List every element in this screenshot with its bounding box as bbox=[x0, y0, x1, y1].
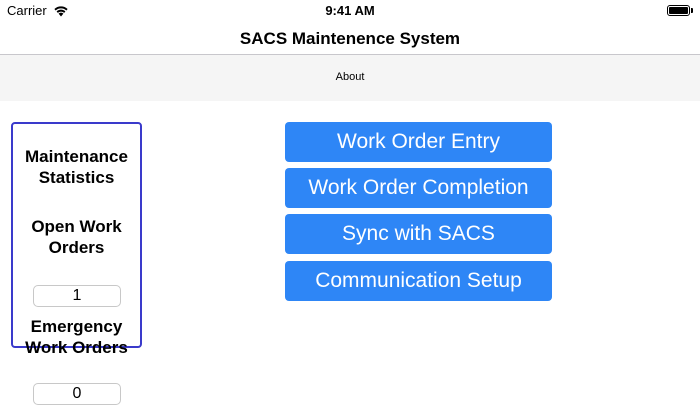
clock: 9:41 AM bbox=[325, 3, 375, 18]
communication-setup-button[interactable]: Communication Setup bbox=[285, 261, 552, 301]
toolbar: About bbox=[0, 55, 700, 101]
emergency-work-orders-label: Emergency Work Orders bbox=[25, 317, 128, 357]
navigation-bar: SACS Maintenence System bbox=[0, 22, 700, 55]
emergency-work-orders-field[interactable]: 0 bbox=[33, 383, 121, 405]
status-bar: Carrier 9:41 AM bbox=[0, 0, 700, 22]
statistics-panel: Maintenance Statistics Open Work Orders … bbox=[11, 122, 142, 405]
battery-icon bbox=[667, 5, 690, 16]
about-button[interactable]: About bbox=[0, 71, 700, 83]
open-work-orders-label: Open Work Orders bbox=[31, 217, 122, 257]
work-order-completion-button[interactable]: Work Order Completion bbox=[285, 168, 552, 208]
open-work-orders-field[interactable]: 1 bbox=[33, 285, 121, 307]
sync-with-sacs-button[interactable]: Sync with SACS bbox=[285, 214, 552, 254]
battery-tip bbox=[691, 8, 693, 13]
work-order-entry-button[interactable]: Work Order Entry bbox=[285, 122, 552, 162]
page-title: SACS Maintenence System bbox=[239, 29, 461, 48]
statistics-title: Maintenance Statistics bbox=[25, 147, 128, 187]
